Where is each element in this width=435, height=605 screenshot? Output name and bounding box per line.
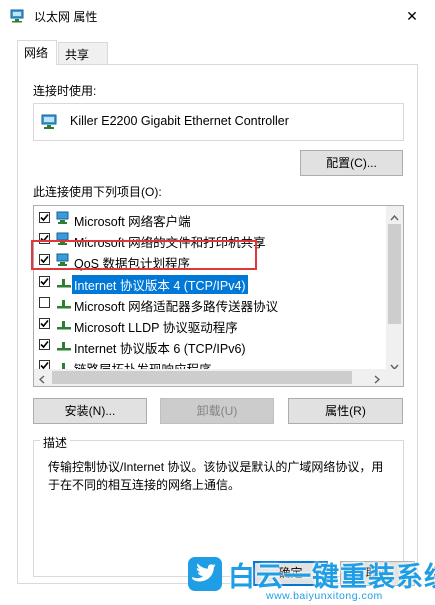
connect-using-label: 连接时使用: bbox=[33, 84, 97, 98]
uninstall-button-label: 卸载(U) bbox=[196, 404, 238, 418]
tab-sharing-label: 共享 bbox=[65, 48, 90, 62]
horizontal-scroll-thumb[interactable] bbox=[52, 371, 352, 384]
checkbox[interactable] bbox=[39, 297, 50, 308]
vertical-scrollbar[interactable] bbox=[386, 206, 403, 371]
list-item[interactable]: Microsoft 网络客户端 bbox=[34, 208, 386, 229]
protocol-icon bbox=[56, 296, 72, 310]
network-client-icon bbox=[56, 211, 72, 225]
checkbox[interactable] bbox=[39, 276, 50, 287]
network-adapter-icon bbox=[41, 114, 59, 133]
checkbox[interactable] bbox=[39, 339, 50, 350]
close-button[interactable]: ✕ bbox=[389, 0, 435, 32]
watermark-url: www.baiyunxitong.com bbox=[266, 590, 383, 602]
network-adapter-icon bbox=[10, 9, 26, 23]
scroll-right-icon[interactable] bbox=[374, 373, 381, 386]
description-text: 传输控制协议/Internet 协议。该协议是默认的广域网络协议，用于在不同的相… bbox=[48, 460, 384, 492]
configure-button-label: 配置(C)... bbox=[326, 156, 377, 170]
list-item[interactable]: Internet 协议版本 6 (TCP/IPv6) bbox=[34, 335, 386, 356]
adapter-box: Killer E2200 Gigabit Ethernet Controller bbox=[33, 103, 404, 141]
configure-button[interactable]: 配置(C)... bbox=[300, 150, 403, 176]
install-button[interactable]: 安装(N)... bbox=[33, 398, 147, 424]
tab-network[interactable]: 网络 bbox=[17, 40, 57, 65]
protocol-icon bbox=[56, 317, 72, 331]
tab-sharing[interactable]: 共享 bbox=[58, 42, 108, 64]
list-item[interactable]: Microsoft LLDP 协议驱动程序 bbox=[34, 314, 386, 335]
title-bar: 以太网 属性 ✕ bbox=[0, 0, 435, 32]
list-item-label: Microsoft LLDP 协议驱动程序 bbox=[74, 321, 238, 335]
watermark: 白云一键重装系统 www.baiyunxitong.com bbox=[188, 555, 435, 605]
uninstall-button[interactable]: 卸载(U) bbox=[160, 398, 274, 424]
list-item-label: Microsoft 网络适配器多路传送器协议 bbox=[74, 300, 279, 314]
tab-network-label: 网络 bbox=[24, 46, 49, 60]
protocol-icon bbox=[56, 275, 72, 289]
list-item[interactable]: Microsoft 网络适配器多路传送器协议 bbox=[34, 293, 386, 314]
list-item-label: Internet 协议版本 4 (TCP/IPv4) bbox=[72, 275, 248, 294]
list-item[interactable]: Internet 协议版本 4 (TCP/IPv4) bbox=[34, 272, 386, 294]
twitter-bird-icon bbox=[188, 557, 222, 591]
adapter-name: Killer E2200 Gigabit Ethernet Controller bbox=[70, 114, 289, 128]
items-label: 此连接使用下列项目(O): bbox=[33, 185, 162, 199]
checkbox[interactable] bbox=[39, 212, 50, 223]
list-item-label: Internet 协议版本 6 (TCP/IPv6) bbox=[74, 342, 246, 356]
install-button-label: 安装(N)... bbox=[64, 404, 116, 418]
properties-dialog: 以太网 属性 ✕ 网络 共享 连接时使用: Killer E2200 Gigab… bbox=[0, 0, 435, 605]
watermark-brand: 白云一键重装系统 bbox=[228, 562, 435, 592]
window-title: 以太网 属性 bbox=[34, 10, 98, 24]
vertical-scroll-thumb[interactable] bbox=[388, 224, 401, 324]
list-item-label: Microsoft 网络客户端 bbox=[74, 215, 191, 229]
items-list[interactable]: Microsoft 网络客户端 Microsoft 网络的文件和打印机共享 Qo… bbox=[33, 205, 404, 387]
horizontal-scrollbar[interactable] bbox=[34, 369, 403, 386]
description-title: 描述 bbox=[40, 434, 71, 451]
properties-button[interactable]: 属性(R) bbox=[288, 398, 403, 424]
properties-button-label: 属性(R) bbox=[325, 404, 366, 418]
checkbox[interactable] bbox=[39, 318, 50, 329]
highlight-box bbox=[31, 240, 257, 270]
protocol-icon bbox=[56, 338, 72, 352]
close-icon: ✕ bbox=[406, 7, 418, 24]
scroll-up-icon[interactable] bbox=[390, 210, 399, 224]
scroll-left-icon[interactable] bbox=[38, 373, 45, 386]
